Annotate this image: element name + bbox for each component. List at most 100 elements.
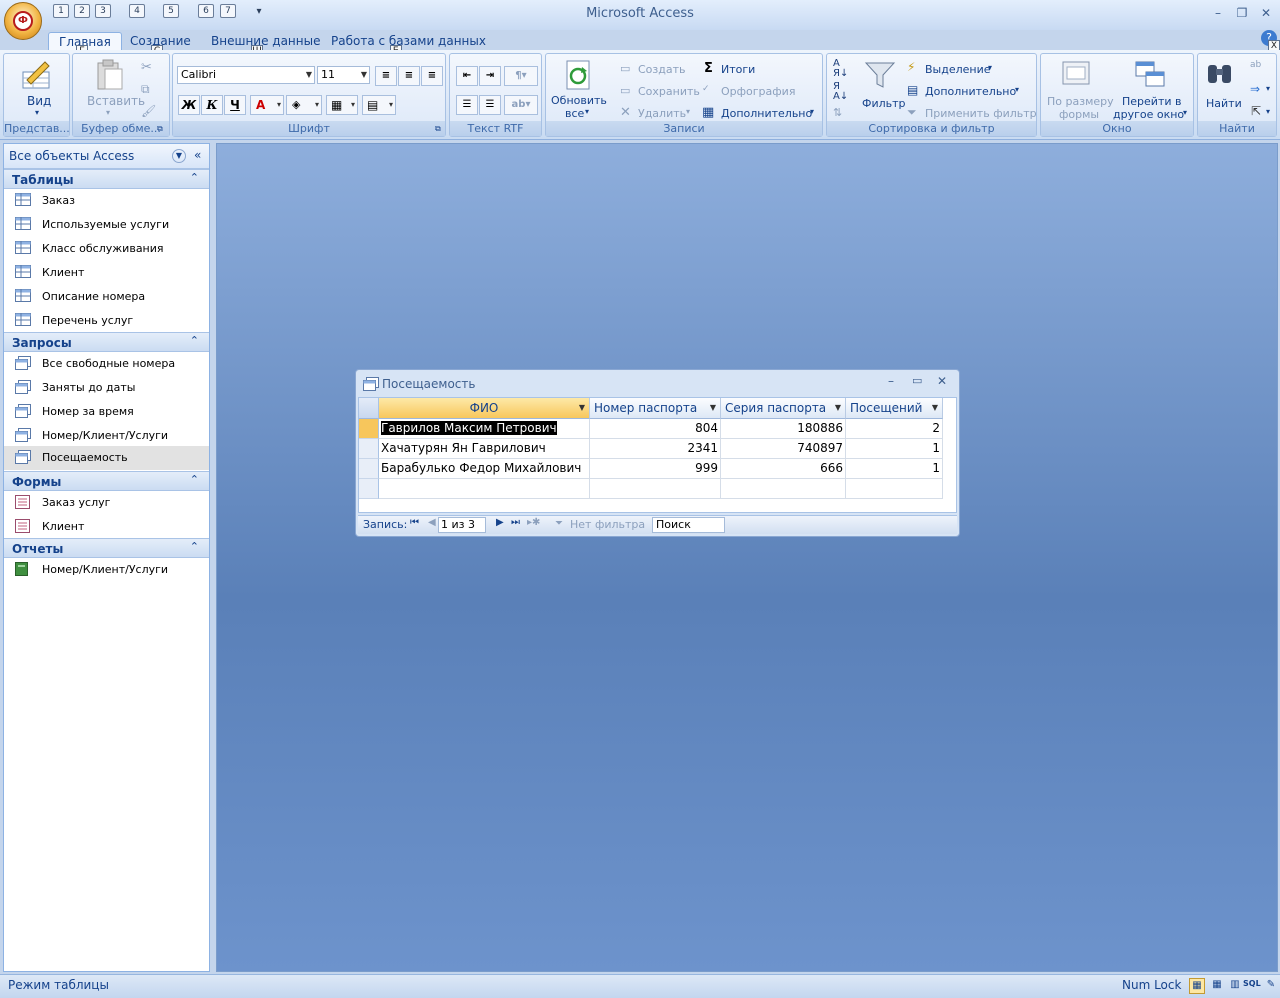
numbering-icon[interactable]: ☰ — [456, 95, 478, 115]
nav-item-report[interactable]: Номер/Клиент/Услуги — [4, 558, 209, 582]
delete-record-button[interactable]: Удалить — [638, 107, 686, 120]
next-record-icon[interactable]: ▶ — [496, 517, 504, 528]
nav-item-table[interactable]: Заказ — [4, 189, 209, 213]
table-cell[interactable]: 2 — [846, 419, 943, 439]
qat-button-4[interactable]: 4 — [128, 4, 146, 24]
switch-windows-label-2[interactable]: другое окно — [1113, 108, 1184, 121]
row-selector[interactable] — [359, 459, 379, 479]
selection-button[interactable]: Выделение — [925, 63, 991, 76]
chevron-down-icon[interactable]: ▼ — [579, 398, 585, 418]
highlight-icon[interactable]: ab▾ — [504, 95, 538, 115]
sql-view-button[interactable]: SQL — [1243, 979, 1261, 988]
column-header-passport-number[interactable]: Номер паспорта ▼ — [590, 398, 721, 419]
minimize-icon[interactable]: – — [1208, 6, 1228, 22]
tab-database-tools[interactable]: Работа с базами данных — [321, 32, 496, 50]
nav-item-form[interactable]: Заказ услуг — [4, 491, 209, 515]
table-cell-empty[interactable] — [721, 479, 846, 499]
table-cell[interactable]: Гаврилов Максим Петрович — [379, 419, 590, 439]
maximize-icon[interactable]: ▭ — [912, 374, 922, 387]
advanced-filter-button[interactable]: Дополнительно — [925, 85, 1016, 98]
italic-button[interactable]: К — [201, 95, 223, 115]
select-icon[interactable]: ⇱ — [1251, 104, 1261, 118]
clipboard-launcher-icon[interactable]: ⧉ — [157, 124, 163, 134]
sort-descending-icon[interactable]: Я А↓ — [833, 82, 848, 102]
replace-icon[interactable]: ab — [1250, 60, 1261, 70]
table-cell[interactable]: 666 — [721, 459, 846, 479]
pivotchart-view-icon[interactable]: ▥ — [1227, 978, 1243, 994]
tab-external-data[interactable]: Внешние данные — [201, 32, 330, 50]
chevron-down-icon[interactable]: ▼ — [932, 398, 938, 418]
goto-dropdown-icon[interactable]: ▾ — [1266, 84, 1270, 93]
nav-item-query[interactable]: Номер за время — [4, 400, 209, 424]
search-input[interactable]: Поиск — [652, 517, 725, 533]
no-filter-button[interactable]: Нет фильтра — [570, 518, 645, 531]
nav-item-table[interactable]: Перечень услуг — [4, 309, 209, 333]
new-record-nav-icon[interactable]: ▸✱ — [527, 517, 540, 528]
nav-header[interactable]: Все объекты Access ▼ « — [4, 144, 209, 169]
underline-button[interactable]: Ч — [224, 95, 246, 115]
font-color-button[interactable]: A ▾ — [250, 95, 284, 115]
prev-record-icon[interactable]: ◀ — [428, 517, 436, 528]
fit-to-form-label-2[interactable]: формы — [1059, 108, 1099, 121]
paragraph-icon[interactable]: ¶▾ — [504, 66, 538, 86]
align-center-icon[interactable]: ≡ — [398, 66, 420, 86]
nav-item-table[interactable]: Класс обслуживания — [4, 237, 209, 261]
paste-dropdown-icon[interactable]: ▾ — [106, 108, 110, 117]
table-cell[interactable]: Барабулько Федор Михайлович — [379, 459, 590, 479]
align-right-icon[interactable]: ≡ — [421, 66, 443, 86]
table-cell[interactable]: 2341 — [590, 439, 721, 459]
alternate-fill-icon[interactable]: ▤ ▾ — [362, 95, 396, 115]
gridlines-icon[interactable]: ▦ ▾ — [326, 95, 358, 115]
refresh-label-2[interactable]: все — [565, 107, 584, 120]
record-position-input[interactable]: 1 из 3 — [438, 517, 486, 533]
selection-dropdown-icon[interactable]: ▾ — [988, 63, 992, 72]
copy-icon[interactable]: ⧉ — [141, 82, 150, 97]
fill-color-icon[interactable]: ◈ ▾ — [286, 95, 322, 115]
table-cell-empty[interactable] — [846, 479, 943, 499]
table-cell[interactable]: Хачатурян Ян Гаврилович — [379, 439, 590, 459]
select-all-button[interactable] — [359, 398, 379, 419]
collapse-up-icon[interactable]: ⌃ — [190, 171, 199, 184]
qat-button-5[interactable]: 5 — [162, 4, 180, 24]
table-cell-empty[interactable] — [379, 479, 590, 499]
filter-button[interactable]: Фильтр — [862, 97, 906, 110]
datasheet-view-icon[interactable]: ▦ — [1189, 978, 1205, 994]
format-painter-icon[interactable]: 🖌 — [141, 104, 156, 118]
clear-sort-icon[interactable]: ⇅ — [833, 106, 842, 119]
align-left-icon[interactable]: ≡ — [375, 66, 397, 86]
nav-item-query[interactable]: Номер/Клиент/Услуги — [4, 424, 209, 448]
paste-button[interactable]: Вставить — [87, 94, 145, 108]
increase-indent-icon[interactable]: ⇥ — [479, 66, 501, 86]
column-header-passport-series[interactable]: Серия паспорта ▼ — [721, 398, 846, 419]
design-view-icon[interactable]: ✎ — [1264, 978, 1278, 994]
close-icon[interactable]: ✕ — [937, 374, 947, 388]
view-dropdown-icon[interactable]: ▾ — [35, 108, 39, 117]
delete-dropdown-icon[interactable]: ▾ — [686, 107, 690, 116]
restore-icon[interactable]: ❐ — [1232, 6, 1252, 22]
row-selector[interactable] — [359, 439, 379, 459]
spelling-button[interactable]: Орфография — [721, 85, 795, 98]
decrease-indent-icon[interactable]: ⇤ — [456, 66, 478, 86]
row-selector-new[interactable] — [359, 479, 379, 499]
nav-item-form[interactable]: Клиент — [4, 515, 209, 539]
more-records-dropdown-icon[interactable]: ▾ — [810, 107, 814, 116]
more-records-button[interactable]: Дополнительно — [721, 107, 812, 120]
collapse-up-icon[interactable]: ⌃ — [190, 334, 199, 347]
column-header-visits[interactable]: Посещений ▼ — [846, 398, 943, 419]
last-record-icon[interactable]: ⏭ — [511, 517, 520, 528]
refresh-label-1[interactable]: Обновить — [551, 94, 607, 107]
chevron-down-icon[interactable]: ▼ — [710, 398, 716, 418]
nav-item-table[interactable]: Используемые услуги — [4, 213, 209, 237]
table-cell[interactable]: 740897 — [721, 439, 846, 459]
chevron-down-icon[interactable]: ▼ — [835, 398, 841, 418]
toggle-filter-button[interactable]: Применить фильтр — [925, 107, 1037, 120]
nav-group-forms[interactable]: Формы ⌃ — [4, 471, 209, 491]
office-button[interactable]: Ф — [4, 2, 42, 40]
advanced-filter-dropdown-icon[interactable]: ▾ — [1015, 85, 1019, 94]
nav-group-queries[interactable]: Запросы ⌃ — [4, 332, 209, 352]
fit-to-form-label-1[interactable]: По размеру — [1047, 95, 1114, 108]
table-cell-empty[interactable] — [590, 479, 721, 499]
select-dropdown-icon[interactable]: ▾ — [1266, 107, 1270, 116]
qat-save-button[interactable]: 1 — [52, 4, 70, 24]
collapse-up-icon[interactable]: ⌃ — [190, 473, 199, 486]
